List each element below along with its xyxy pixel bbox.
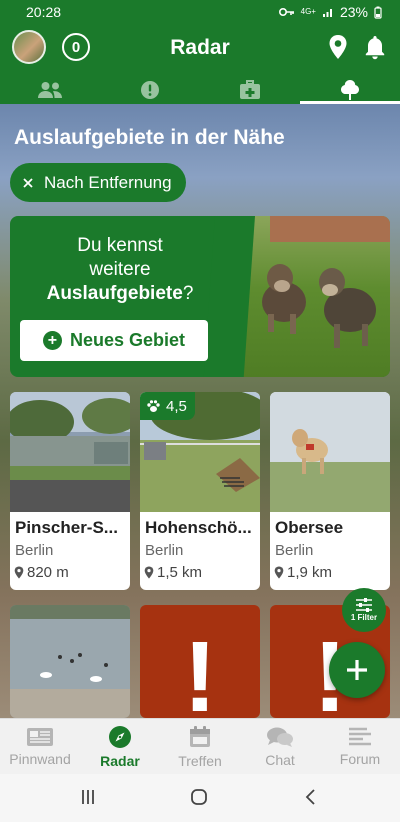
battery-icon xyxy=(374,6,382,19)
new-area-promo-card: Du kennst weitere Auslaufgebiete? + Neue… xyxy=(10,216,390,377)
sort-chip-label: Nach Entfernung xyxy=(44,172,172,192)
tree-icon xyxy=(341,80,359,100)
sliders-icon xyxy=(356,598,372,612)
location-pin-icon xyxy=(274,566,284,579)
nav-label: Forum xyxy=(339,750,381,767)
area-city: Berlin xyxy=(15,542,54,559)
location-pin-icon xyxy=(144,566,154,579)
warning-exclamation-icon: ! xyxy=(183,621,217,718)
category-tabs xyxy=(0,76,400,104)
tab-warnings[interactable] xyxy=(100,76,200,104)
exclamation-circle-icon xyxy=(141,81,159,99)
plus-icon xyxy=(347,660,367,680)
bell-icon[interactable] xyxy=(364,34,386,60)
area-name: Obersee xyxy=(275,518,344,537)
add-area-fab[interactable] xyxy=(329,642,385,698)
area-photo xyxy=(270,392,390,512)
promo-question: Du kennst weitere Auslaufgebiete? xyxy=(46,235,194,304)
signal-icon xyxy=(322,9,332,17)
paw-icon xyxy=(147,400,160,412)
nav-forum[interactable]: Forum xyxy=(320,719,400,774)
home-icon[interactable] xyxy=(190,788,208,806)
people-icon xyxy=(38,82,62,98)
nav-radar[interactable]: Radar xyxy=(80,719,160,774)
newspaper-icon xyxy=(27,727,53,746)
first-aid-kit-icon xyxy=(240,80,260,99)
chat-bubbles-icon xyxy=(267,727,293,747)
sort-chip[interactable]: Nach Entfernung xyxy=(10,163,186,202)
compass-icon xyxy=(109,725,131,748)
filter-count-label: 1 Filter xyxy=(350,613,378,622)
system-navigation-bar xyxy=(0,774,400,822)
status-time: 20:28 xyxy=(26,4,62,20)
rating-badge: 4,5 xyxy=(140,392,195,420)
tab-vets[interactable] xyxy=(200,76,300,104)
rating-value: 4,5 xyxy=(166,397,187,415)
new-area-button-label: Neues Gebiet xyxy=(69,330,186,350)
location-pin-icon xyxy=(14,566,24,579)
area-name: Pinscher-S... xyxy=(15,518,118,537)
area-name: Hohenschö... xyxy=(145,518,252,537)
nav-treffen[interactable]: Treffen xyxy=(160,719,240,774)
status-bar: 20:28 4G+ 23% xyxy=(0,0,400,24)
area-card[interactable]: Obersee Berlin 1,9 km xyxy=(270,392,390,590)
area-city: Berlin xyxy=(145,542,184,559)
new-area-button[interactable]: + Neues Gebiet xyxy=(20,320,208,361)
nav-label: Pinnwand xyxy=(9,750,71,767)
plus-circle-icon: + xyxy=(42,331,62,350)
area-photo xyxy=(10,605,130,718)
area-card-warning[interactable]: ! xyxy=(140,605,260,718)
area-card[interactable] xyxy=(10,605,130,718)
nav-pinnwand[interactable]: Pinnwand xyxy=(0,719,80,774)
bottom-navigation: Pinnwand Radar Treffen Chat Forum xyxy=(0,718,400,774)
area-distance: 1,5 km xyxy=(157,564,203,581)
nav-chat[interactable]: Chat xyxy=(240,719,320,774)
recent-apps-icon[interactable] xyxy=(80,788,96,806)
location-pin-icon[interactable] xyxy=(328,34,348,60)
tab-people[interactable] xyxy=(0,76,100,104)
area-photo xyxy=(10,392,130,512)
nav-label: Treffen xyxy=(178,752,222,769)
app-bar: 0 Radar xyxy=(0,24,400,76)
filter-button[interactable]: 1 Filter xyxy=(342,588,386,632)
close-icon[interactable] xyxy=(22,177,34,189)
key-icon xyxy=(278,8,294,16)
area-card[interactable]: Pinscher-S... Berlin 820 m xyxy=(10,392,130,590)
battery-level: 23% xyxy=(339,4,368,20)
area-distance: 820 m xyxy=(27,564,69,581)
area-distance: 1,9 km xyxy=(287,564,333,581)
section-heading: Auslaufgebiete in der Nähe xyxy=(14,126,285,149)
network-type: 4G+ xyxy=(300,7,316,16)
nav-label: Radar xyxy=(100,752,140,769)
nav-label: Chat xyxy=(265,751,295,768)
tab-off-leash-areas[interactable] xyxy=(300,76,400,104)
forum-lines-icon xyxy=(349,727,371,745)
area-city: Berlin xyxy=(275,542,314,559)
back-icon[interactable] xyxy=(304,788,318,806)
area-card[interactable]: 4,5 Hohenschö... Berlin 1,5 km xyxy=(140,392,260,590)
calendar-icon xyxy=(190,725,210,747)
